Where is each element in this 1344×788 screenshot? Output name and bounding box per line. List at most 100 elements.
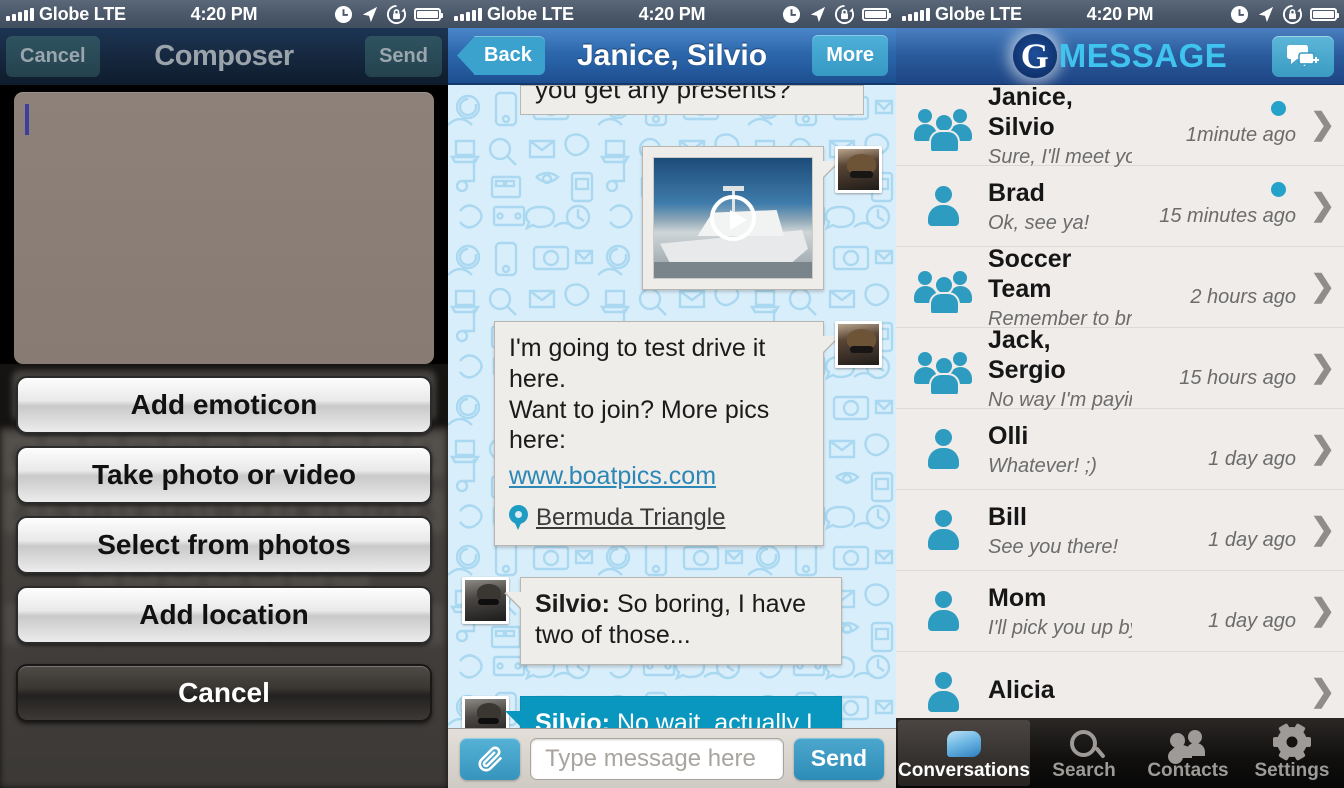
battery-icon <box>414 7 443 21</box>
message-bubble-text-highlight[interactable]: Silvio: No wait, actually I have three. <box>505 695 842 728</box>
search-icon <box>1070 725 1098 757</box>
status-bar-thread: Globe LTE 4:20 PM <box>448 0 896 28</box>
conversation-meta: 1 day ago <box>1146 500 1296 560</box>
tab-conversations[interactable]: Conversations <box>898 720 1030 786</box>
message-thread[interactable]: you get any presents? 2 hours ago 2 <box>448 85 896 728</box>
message-link[interactable]: www.boatpics.com <box>509 461 716 492</box>
composer-navbar: Cancel Composer Send <box>0 28 448 85</box>
message-textarea[interactable] <box>14 92 434 364</box>
play-icon[interactable] <box>710 195 756 241</box>
water <box>654 262 812 278</box>
message-bubble-text[interactable]: Silvio: So boring, I have two of those..… <box>520 577 842 665</box>
boat-video-thumbnail[interactable] <box>653 157 813 279</box>
person-icon <box>912 186 974 226</box>
unread-dot <box>1271 101 1286 116</box>
status-time: 4:20 PM <box>1086 3 1154 24</box>
conversations-icon <box>946 725 981 757</box>
action-add-emoticon[interactable]: Add emoticon <box>16 376 432 434</box>
new-message-icon[interactable] <box>1272 36 1334 77</box>
tab-search[interactable]: Search <box>1032 718 1136 788</box>
conversation-name: Mom <box>988 583 1047 612</box>
contacts-icon <box>1169 725 1206 758</box>
message-row: I'm going to test drive it here. Want to… <box>448 321 896 547</box>
list-item[interactable]: Brad Ok, see ya! 15 minutes ago ❯ <box>896 166 1344 247</box>
status-time: 4:20 PM <box>190 3 258 24</box>
chevron-right-icon: ❯ <box>1310 108 1336 141</box>
paperclip-icon[interactable] <box>460 737 520 780</box>
action-select-from-photos[interactable]: Select from photos <box>16 516 432 574</box>
message-bubble-partial[interactable]: you get any presents? <box>520 85 864 115</box>
conversations-list[interactable]: Janice, Silvio Sure, I'll meet you at th… <box>896 85 1344 788</box>
message-bubble-media[interactable] <box>642 146 824 290</box>
chevron-right-icon: ❯ <box>1310 270 1336 303</box>
message-input[interactable]: Type message here <box>530 737 784 780</box>
person-icon <box>912 591 974 631</box>
conversation-text: Alicia <box>988 675 1132 709</box>
list-item[interactable]: Olli Whatever! ;) 1 day ago ❯ <box>896 409 1344 490</box>
conversation-time: 1 day ago <box>1208 448 1296 470</box>
tab-settings[interactable]: Settings <box>1240 718 1344 788</box>
chevron-right-icon: ❯ <box>1310 351 1336 384</box>
message-row: you get any presents? <box>448 85 896 115</box>
message-input-placeholder: Type message here <box>545 744 756 772</box>
group-icon <box>912 348 974 394</box>
conversation-snippet: I'll pick you up by at 5 pm. <box>988 616 1132 639</box>
avatar <box>462 577 509 625</box>
message-row: Silvio: So boring, I have two of those..… <box>448 577 896 665</box>
conversation-text: Janice, Silvio Sure, I'll meet you at th… <box>988 85 1132 169</box>
chevron-right-icon: ❯ <box>1310 432 1336 465</box>
battery-icon <box>1310 7 1339 21</box>
list-item[interactable]: Janice, Silvio Sure, I'll meet you at th… <box>896 85 1344 169</box>
conversation-name: Alicia <box>988 676 1055 704</box>
chevron-right-icon: ❯ <box>1310 675 1336 708</box>
conversation-meta: 15 hours ago <box>1146 338 1296 398</box>
list-item[interactable]: Mom I'll pick you up by at 5 pm. 1 day a… <box>896 571 1344 652</box>
thread-title: Janice, Silvio <box>576 38 768 72</box>
gear-icon <box>1272 722 1311 761</box>
conversation-name: Brad <box>988 178 1045 207</box>
tab-bar: Conversations Search Contacts Settings <box>896 718 1344 788</box>
action-take-photo-or-video[interactable]: Take photo or video <box>16 446 432 504</box>
battery-icon <box>862 7 891 21</box>
conversation-meta <box>1146 662 1296 722</box>
group-icon <box>912 267 974 313</box>
tab-label: Contacts <box>1147 759 1229 781</box>
three-phone-screens: Globe LTE 4:20 PM Cancel Composer Send A… <box>0 0 1344 788</box>
map-pin-icon <box>509 505 528 530</box>
avatar <box>835 146 882 193</box>
message-sender: Silvio: <box>535 590 611 619</box>
message-bubble-text[interactable]: I'm going to test drive it here. Want to… <box>494 321 824 547</box>
conversation-text: Soccer Team Remember to bring your... <box>988 244 1132 331</box>
tab-label: Settings <box>1254 759 1330 781</box>
conversation-meta: 1 day ago <box>1146 581 1296 641</box>
list-item[interactable]: Soccer Team Remember to bring your... 2 … <box>896 244 1344 331</box>
chevron-right-icon: ❯ <box>1310 594 1336 627</box>
person-icon <box>912 429 974 469</box>
conversation-name: Janice, Silvio <box>988 85 1073 141</box>
send-message-button[interactable]: Send <box>793 737 884 780</box>
message-row: Silvio: No wait, actually I have three. <box>448 695 896 728</box>
list-item[interactable]: Jack, Sergio No way I'm paying again... … <box>896 325 1344 411</box>
conversation-time: 1 day ago <box>1208 610 1296 632</box>
message-location-row[interactable]: Bermuda Triangle <box>509 503 809 533</box>
action-add-location[interactable]: Add location <box>16 586 432 644</box>
conversation-meta: 2 hours ago <box>1146 257 1296 317</box>
chevron-right-icon: ❯ <box>1310 189 1336 222</box>
tab-contacts[interactable]: Contacts <box>1136 718 1240 788</box>
message-sender: Silvio: <box>535 708 611 728</box>
conversation-name: Olli <box>988 421 1029 450</box>
action-cancel[interactable]: Cancel <box>16 664 432 722</box>
conversation-snippet: Ok, see ya! <box>988 211 1090 234</box>
conversation-time: 1 day ago <box>1208 529 1296 551</box>
app-logo: G MESSAGE <box>1012 34 1228 78</box>
list-item[interactable]: Bill See you there! 1 day ago ❯ <box>896 490 1344 571</box>
conversation-time: 15 hours ago <box>1179 367 1296 389</box>
conversation-time: 2 hours ago <box>1190 286 1296 308</box>
avatar <box>462 695 509 728</box>
conversation-time: 15 minutes ago <box>1159 205 1296 227</box>
conversation-time: 1minute ago <box>1185 124 1296 146</box>
message-line-1: I'm going to test drive it here. <box>509 334 766 393</box>
conversation-name: Jack, Sergio <box>988 325 1066 384</box>
location-name[interactable]: Bermuda Triangle <box>536 503 725 533</box>
person-icon <box>912 672 974 712</box>
